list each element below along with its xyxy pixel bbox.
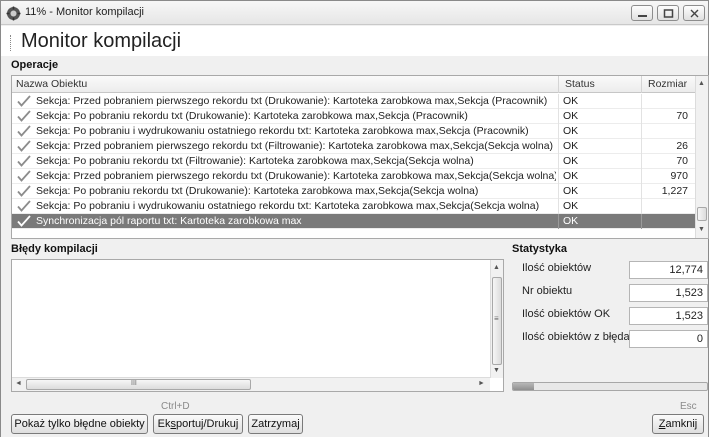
table-row[interactable]: Sekcja: Po pobraniu i wydrukowaniu ostat…	[12, 199, 696, 214]
stop-button[interactable]: Zatrzymaj	[248, 414, 303, 434]
close-window-button[interactable]	[683, 5, 705, 21]
errors-scroll-right-arrow[interactable]: ►	[478, 380, 485, 387]
operations-label: Operacje	[11, 59, 59, 71]
row-status: OK	[563, 140, 579, 152]
grip-handle	[10, 35, 12, 51]
checkmark-icon	[17, 215, 31, 227]
bottom-bar: Ctrl+D Esc Pokaż tylko błędne obiekty Ek…	[1, 397, 708, 437]
minimize-icon	[638, 15, 647, 17]
row-status: OK	[563, 215, 579, 227]
row-status: OK	[563, 185, 579, 197]
vscroll-grip: ≡	[494, 314, 499, 323]
stat-value-total: 12,774	[629, 261, 708, 279]
checkmark-icon	[17, 170, 31, 182]
table-row[interactable]: Synchronizacja pól raportu txt: Kartotek…	[12, 214, 696, 229]
page-header: Monitor kompilacji	[1, 26, 708, 56]
errors-scroll-left-arrow[interactable]: ◄	[15, 380, 22, 387]
stat-label-current: Nr obiektu	[522, 285, 573, 297]
table-row[interactable]: Sekcja: Przed pobraniem pierwszego rekor…	[12, 139, 696, 154]
row-object-name: Sekcja: Po pobraniu rekordu txt (Filtrow…	[36, 155, 474, 167]
errors-label: Błędy kompilacji	[11, 243, 98, 255]
table-row[interactable]: Sekcja: Po pobraniu rekordu txt (Drukowa…	[12, 109, 696, 124]
export-label-suffix: portuj/Drukuj	[175, 418, 239, 430]
page-title: Monitor kompilacji	[21, 30, 182, 52]
show-errors-only-button[interactable]: Pokaż tylko błędne obiekty	[11, 414, 148, 434]
scroll-down-arrow[interactable]: ▼	[698, 226, 705, 233]
row-object-name: Sekcja: Przed pobraniem pierwszego rekor…	[36, 140, 554, 152]
errors-hscroll-thumb[interactable]: III	[26, 379, 251, 390]
title-bar[interactable]: 11% - Monitor kompilacji	[1, 1, 708, 25]
row-status: OK	[563, 155, 579, 167]
shortcut-hint-esc: Esc	[680, 401, 697, 412]
errors-vertical-scrollbar[interactable]: ▲ ≡ ▼	[490, 260, 503, 378]
table-row[interactable]: Sekcja: Po pobraniu rekordu txt (Filtrow…	[12, 154, 696, 169]
checkmark-icon	[17, 140, 31, 152]
errors-horizontal-scrollbar[interactable]: ◄ III ►	[12, 377, 490, 391]
stat-label-errors: Ilość obiektów z błędami	[522, 331, 642, 343]
grid-header: Nazwa Obiektu Status Rozmiar	[12, 76, 708, 93]
row-object-name: Sekcja: Przed pobraniem pierwszego rekor…	[36, 95, 548, 107]
close-label-suffix: amknij	[665, 418, 698, 430]
row-status: OK	[563, 125, 579, 137]
row-object-name: Sekcja: Po pobraniu rekordu txt (Drukowa…	[36, 185, 479, 197]
stat-value-ok: 1,523	[629, 307, 708, 325]
window-title: 11% - Monitor kompilacji	[25, 6, 145, 18]
row-size: 1,227	[661, 185, 688, 197]
stat-label-ok: Ilość obiektów OK	[522, 308, 611, 320]
export-label-prefix: Ek	[157, 418, 171, 430]
stat-value-errors: 0	[629, 330, 708, 348]
shortcut-hint-ctrl-d: Ctrl+D	[161, 401, 190, 412]
row-status: OK	[563, 110, 579, 122]
stat-label-total: Ilość obiektów	[522, 262, 592, 274]
checkmark-icon	[17, 200, 31, 212]
stat-value-current: 1,523	[629, 284, 708, 302]
row-size: 970	[670, 170, 688, 182]
table-row[interactable]: Sekcja: Przed pobraniem pierwszego rekor…	[12, 94, 696, 109]
progress-fill	[513, 383, 535, 390]
row-object-name: Sekcja: Po pobraniu rekordu txt (Drukowa…	[36, 110, 468, 122]
table-row[interactable]: Sekcja: Po pobraniu i wydrukowaniu ostat…	[12, 124, 696, 139]
table-row[interactable]: Sekcja: Po pobraniu rekordu txt (Drukowa…	[12, 184, 696, 199]
grid-vertical-scrollbar[interactable]: ▲ ▼	[695, 76, 708, 238]
close-icon	[690, 9, 699, 18]
row-object-name: Sekcja: Po pobraniu i wydrukowaniu ostat…	[36, 125, 529, 137]
table-row[interactable]: Sekcja: Przed pobraniem pierwszego rekor…	[12, 169, 696, 184]
close-button[interactable]: Zamknij	[652, 414, 704, 434]
maximize-button[interactable]	[657, 5, 679, 21]
errors-scroll-up-arrow[interactable]: ▲	[493, 264, 500, 271]
row-size: 70	[676, 155, 688, 167]
grid-scroll-thumb[interactable]	[697, 207, 707, 221]
column-header-size[interactable]: Rozmiar	[648, 78, 687, 90]
compilation-progress-bar	[512, 382, 708, 391]
app-icon	[6, 6, 21, 21]
row-object-name: Sekcja: Po pobraniu i wydrukowaniu ostat…	[36, 200, 540, 212]
row-status: OK	[563, 200, 579, 212]
scroll-up-arrow[interactable]: ▲	[698, 80, 705, 87]
checkmark-icon	[17, 185, 31, 197]
maximize-icon	[663, 9, 674, 18]
export-print-button[interactable]: Eksportuj/Drukuj	[153, 414, 243, 434]
compilation-monitor-window: 11% - Monitor kompilacji Monitor kompila…	[0, 0, 709, 437]
column-header-status[interactable]: Status	[565, 78, 595, 90]
operations-grid[interactable]: Nazwa Obiektu Status Rozmiar Sekcja: Prz…	[11, 75, 709, 239]
checkmark-icon	[17, 110, 31, 122]
row-status: OK	[563, 170, 579, 182]
row-object-name: Synchronizacja pól raportu txt: Kartotek…	[36, 215, 302, 227]
row-status: OK	[563, 95, 579, 107]
minimize-button[interactable]	[631, 5, 653, 21]
row-object-name: Sekcja: Przed pobraniem pierwszego rekor…	[36, 170, 556, 182]
errors-scroll-down-arrow[interactable]: ▼	[493, 367, 500, 374]
hscroll-grip: III	[131, 380, 137, 387]
checkmark-icon	[17, 125, 31, 137]
stats-label: Statystyka	[512, 243, 568, 255]
column-header-name[interactable]: Nazwa Obiektu	[16, 78, 87, 90]
row-size: 26	[676, 140, 688, 152]
checkmark-icon	[17, 155, 31, 167]
errors-vscroll-thumb[interactable]: ≡	[492, 277, 502, 365]
row-size: 70	[676, 110, 688, 122]
checkmark-icon	[17, 95, 31, 107]
errors-panel[interactable]: ▲ ≡ ▼ ◄ III ►	[11, 259, 504, 392]
